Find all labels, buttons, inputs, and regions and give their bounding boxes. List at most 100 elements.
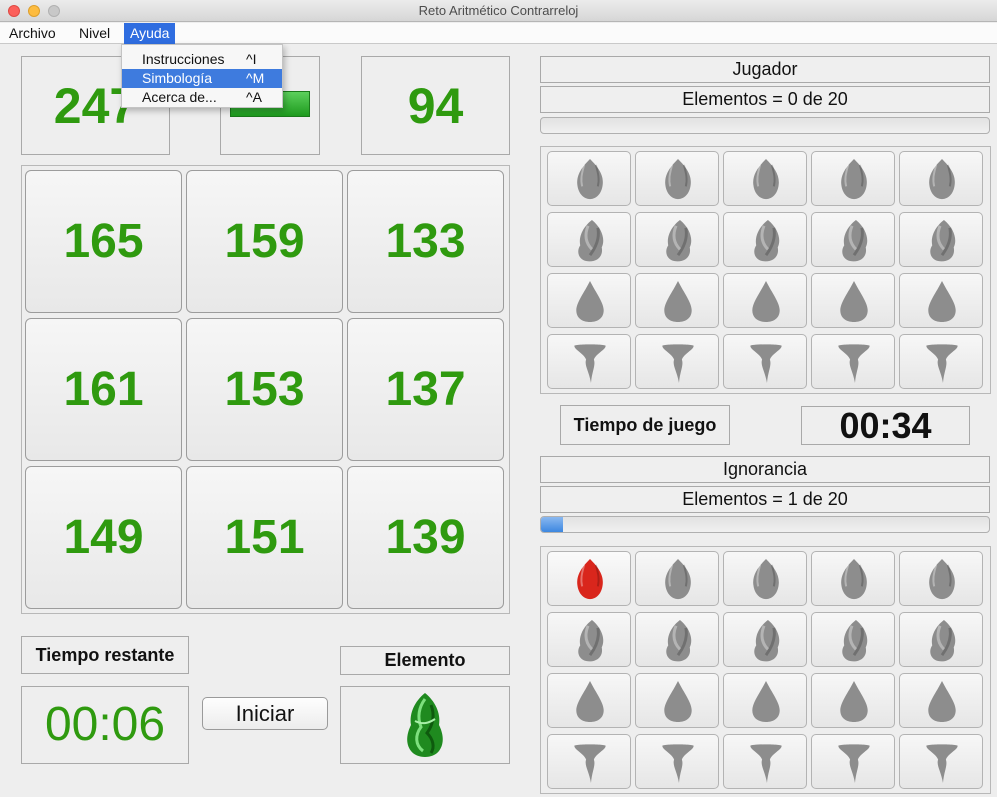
jugador-element-cell: [899, 273, 983, 328]
number-cell[interactable]: 159: [186, 170, 343, 313]
ignorancia-element-cell: [811, 734, 895, 789]
fire-element-icon: [665, 558, 691, 600]
jugador-element-cell: [547, 212, 631, 267]
water-element-icon: [576, 280, 604, 323]
menu-bar: Archivo Nivel Ayuda: [0, 23, 997, 44]
number-grid: 165 159 133 161 153 137 149 151 139: [21, 165, 510, 614]
jugador-elements-grid: [540, 146, 991, 394]
fire-element-icon: [665, 158, 691, 200]
air-element-icon: [754, 219, 780, 262]
air-element-icon: [578, 219, 604, 262]
earth-element-icon: [574, 744, 606, 784]
window-titlebar: Reto Aritmético Contrarreloj: [0, 0, 997, 22]
jugador-element-cell: [547, 273, 631, 328]
jugador-element-cell: [811, 273, 895, 328]
ignorancia-element-cell: [635, 551, 719, 606]
number-cell[interactable]: 165: [25, 170, 182, 313]
jugador-element-cell: [811, 212, 895, 267]
menu-archivo[interactable]: Archivo: [3, 23, 62, 44]
menu-item-instrucciones[interactable]: Instrucciones ^I: [122, 50, 282, 69]
earth-element-icon: [662, 744, 694, 784]
ayuda-dropdown-menu: Instrucciones ^I Simbología ^M Acerca de…: [121, 44, 283, 108]
ignorancia-element-cell: [547, 551, 631, 606]
earth-element-icon: [750, 744, 782, 784]
ignorancia-element-cell: [899, 673, 983, 728]
jugador-element-cell: [723, 273, 807, 328]
fire-element-icon: [577, 158, 603, 200]
jugador-element-cell: [635, 334, 719, 389]
ignorancia-progress-bar: [540, 516, 990, 533]
water-element-icon: [576, 680, 604, 723]
water-element-icon: [752, 680, 780, 723]
jugador-element-cell: [635, 273, 719, 328]
target-right-value: 94: [407, 78, 464, 134]
air-element-icon: [578, 619, 604, 662]
ignorancia-element-cell: [811, 673, 895, 728]
water-element-icon: [928, 280, 956, 323]
jugador-element-cell: [723, 151, 807, 206]
close-window-button[interactable]: [8, 5, 20, 17]
jugador-element-cell: [811, 151, 895, 206]
window-title: Reto Aritmético Contrarreloj: [418, 3, 579, 18]
fire-element-icon: [841, 558, 867, 600]
water-element-icon: [840, 280, 868, 323]
ignorancia-element-cell: [547, 673, 631, 728]
number-cell[interactable]: 137: [347, 318, 504, 461]
target-right-box: 94: [361, 56, 510, 155]
earth-element-icon: [838, 344, 870, 384]
maximize-window-button[interactable]: [48, 5, 60, 17]
fire-element-icon: [929, 158, 955, 200]
earth-element-icon: [838, 744, 870, 784]
ignorancia-element-cell: [723, 734, 807, 789]
jugador-element-cell: [723, 212, 807, 267]
ignorancia-element-cell: [723, 673, 807, 728]
ignorancia-elementos: Elementos = 1 de 20: [540, 486, 990, 513]
menu-nivel[interactable]: Nivel: [73, 23, 116, 44]
ignorancia-element-cell: [723, 612, 807, 667]
jugador-elementos: Elementos = 0 de 20: [540, 86, 990, 113]
fire-element-icon: [841, 158, 867, 200]
number-cell[interactable]: 161: [25, 318, 182, 461]
number-cell[interactable]: 153: [186, 318, 343, 461]
menu-item-simbologia[interactable]: Simbología ^M: [122, 69, 282, 88]
air-element-icon: [842, 219, 868, 262]
tiempo-restante-label: Tiempo restante: [21, 636, 189, 674]
earth-element-icon: [926, 344, 958, 384]
tiempo-restante-box: 00:06: [21, 686, 189, 764]
fire-element-icon: [753, 558, 779, 600]
water-element-icon: [840, 680, 868, 723]
ignorancia-progress-fill: [541, 517, 564, 532]
fire-element-icon: [929, 558, 955, 600]
menu-item-acerca-de[interactable]: Acerca de... ^A: [122, 88, 282, 107]
water-element-icon: [664, 280, 692, 323]
number-cell[interactable]: 149: [25, 466, 182, 609]
iniciar-button[interactable]: Iniciar: [202, 697, 328, 730]
air-element-icon: [930, 619, 956, 662]
elemento-box: [340, 686, 510, 764]
number-cell[interactable]: 133: [347, 170, 504, 313]
menu-ayuda[interactable]: Ayuda: [124, 23, 176, 44]
air-element-icon: [666, 619, 692, 662]
air-element-icon: [842, 619, 868, 662]
green-air-element-icon: [407, 693, 443, 757]
jugador-element-cell: [547, 151, 631, 206]
ignorancia-element-cell: [811, 551, 895, 606]
ignorancia-element-cell: [635, 673, 719, 728]
ignorancia-element-cell: [811, 612, 895, 667]
ignorancia-element-cell: [899, 612, 983, 667]
number-cell[interactable]: 151: [186, 466, 343, 609]
water-element-icon: [752, 280, 780, 323]
minimize-window-button[interactable]: [28, 5, 40, 17]
ignorancia-element-cell: [899, 734, 983, 789]
jugador-element-cell: [899, 334, 983, 389]
earth-element-icon: [662, 344, 694, 384]
ignorancia-element-cell: [899, 551, 983, 606]
tiempo-juego-value: 00:34: [801, 406, 970, 445]
number-cell[interactable]: 139: [347, 466, 504, 609]
jugador-progress-bar: [540, 117, 990, 134]
jugador-element-cell: [547, 334, 631, 389]
ignorancia-header: Ignorancia: [540, 456, 990, 483]
jugador-element-cell: [899, 212, 983, 267]
ignorancia-element-cell: [635, 612, 719, 667]
jugador-element-cell: [811, 334, 895, 389]
